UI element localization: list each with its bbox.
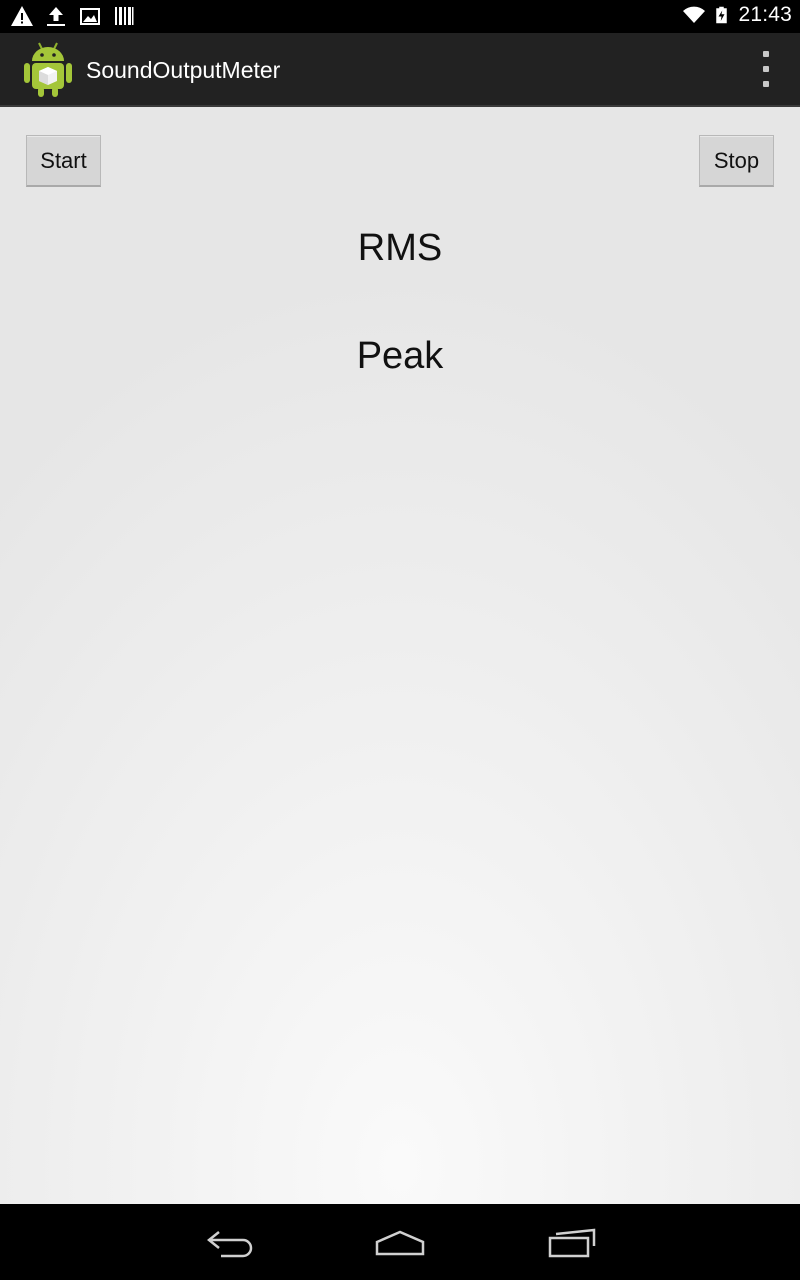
android-robot-icon <box>24 42 72 97</box>
system-indicators: 21:43 <box>680 3 792 27</box>
wifi-icon <box>683 6 706 23</box>
action-bar: SoundOutputMeter <box>0 33 800 107</box>
upload-icon <box>47 7 65 26</box>
start-button[interactable]: Start <box>26 135 101 187</box>
overflow-dot <box>763 66 769 72</box>
status-bar: 21:43 <box>0 0 800 33</box>
overflow-dot <box>763 51 769 57</box>
main-content: Start Stop RMS Peak <box>0 107 800 1204</box>
notification-icons <box>10 4 136 28</box>
navigation-bar <box>0 1204 800 1280</box>
home-icon[interactable] <box>373 1222 427 1262</box>
stop-button[interactable]: Stop <box>699 135 774 187</box>
back-icon[interactable] <box>205 1222 257 1262</box>
warning-icon <box>11 6 33 26</box>
barcode-icon <box>115 7 134 25</box>
image-icon <box>80 8 100 25</box>
overflow-menu-icon[interactable] <box>758 51 774 87</box>
peak-label: Peak <box>356 335 444 377</box>
overflow-dot <box>763 81 769 87</box>
battery-charging-icon <box>716 6 728 24</box>
app-title: SoundOutputMeter <box>86 57 281 83</box>
rms-label: RMS <box>357 227 443 269</box>
clock: 21:43 <box>738 3 792 26</box>
recents-icon[interactable] <box>546 1222 598 1262</box>
